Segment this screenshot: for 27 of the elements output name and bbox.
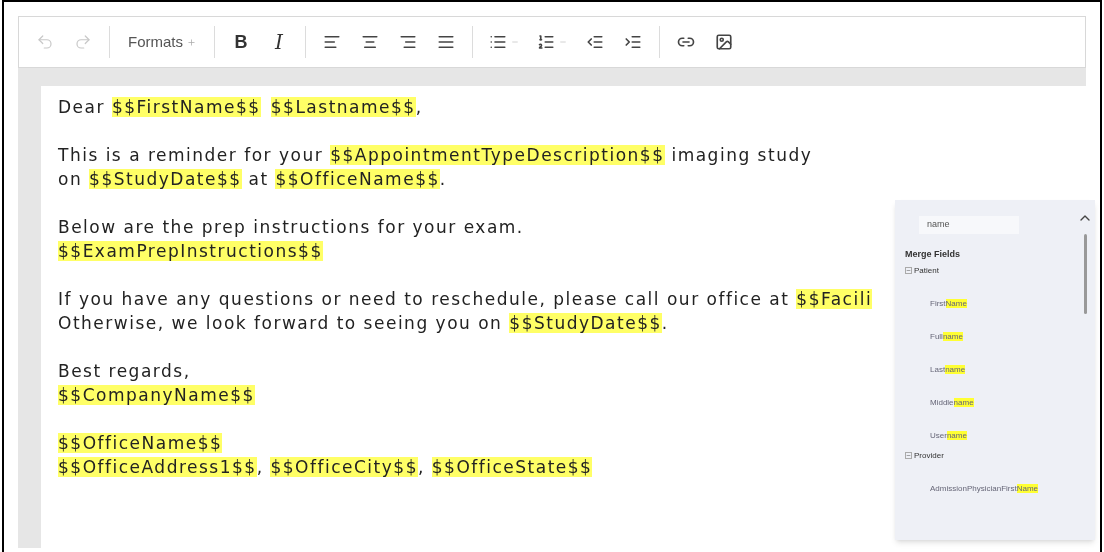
text-line: Best regards, [58, 360, 191, 383]
merge-field-item[interactable]: Middlename [930, 396, 1075, 409]
text-line: on $$StudyDate$$ at $$OfficeName$$. [58, 168, 447, 191]
image-icon [715, 33, 733, 51]
tree-group[interactable]: Provider [905, 449, 1075, 462]
numbered-list-icon [537, 33, 555, 51]
align-left-icon [323, 33, 341, 51]
formats-dropdown[interactable]: Formats [120, 26, 204, 58]
bullet-list-icon [489, 33, 507, 51]
panel-title: Merge Fields [905, 248, 961, 261]
redo-icon [74, 33, 92, 51]
tree-group[interactable]: Patient [905, 264, 1075, 277]
align-right-icon [399, 33, 417, 51]
text-line: This is a reminder for your $$AppointmentTypeDescription$$ imaging study [58, 144, 813, 167]
align-justify-icon [437, 33, 455, 51]
text-line: If you have any questions or need to reschedule, please call our office at $$Facili [58, 288, 873, 311]
undo-icon [36, 33, 54, 51]
outdent-icon [586, 33, 604, 51]
bold-button[interactable]: B [225, 26, 257, 58]
indent-icon [624, 33, 642, 51]
italic-button[interactable]: I [263, 26, 295, 58]
text-line: Otherwise, we look forward to seeing you on $$StudyDate$$. [58, 312, 669, 335]
text-line: Below are the prep instructions for your exam. [58, 216, 524, 239]
align-center-icon [361, 33, 379, 51]
text-line: Dear $$FirstName$$ $$Lastname$$, [58, 96, 423, 119]
search-field[interactable]: name [919, 216, 1019, 234]
text-line: $$OfficeAddress1$$, $$OfficeCity$$, $$OfficeState$$ [58, 456, 593, 479]
